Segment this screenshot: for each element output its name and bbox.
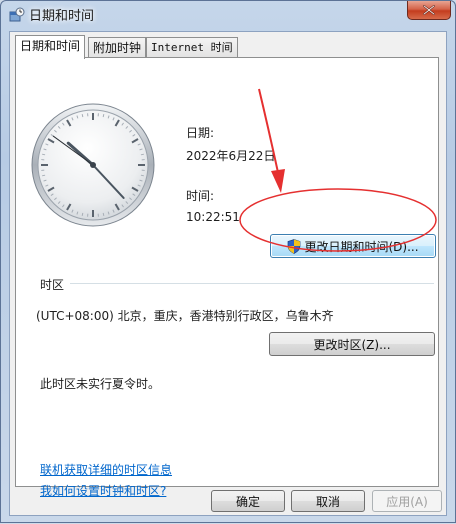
cancel-button[interactable]: 取消 (291, 490, 365, 512)
change-timezone-label: 更改时区(Z)... (313, 336, 390, 353)
date-time-app-icon (9, 7, 25, 23)
clock-minute-tick (141, 175, 144, 176)
dialog-window: 日期和时间 日期和时间 附加时钟 Internet 时间 (0, 0, 456, 523)
tab-label: 日期和时间 (20, 39, 80, 53)
dst-note: 此时区未实行夏令时。 (40, 375, 160, 392)
time-heading: 时间: (186, 187, 214, 204)
timezone-heading: 时区 (40, 276, 64, 293)
change-timezone-button[interactable]: 更改时区(Z)... (269, 332, 435, 356)
apply-button[interactable]: 应用(A) (372, 490, 442, 512)
clock-minute-tick (82, 114, 83, 117)
ok-label: 确定 (236, 493, 260, 510)
tab-label: 附加时钟 (93, 41, 141, 55)
tab-label: Internet 时间 (151, 41, 233, 54)
online-timezone-info-link[interactable]: 联机获取详细的时区信息 (40, 461, 172, 478)
clock-minute-tick (141, 154, 144, 155)
close-button[interactable] (407, 1, 451, 20)
tab-date-time[interactable]: 日期和时间 (15, 35, 85, 59)
timezone-divider (70, 283, 434, 284)
how-to-set-clock-link[interactable]: 我如何设置时钟和时区? (40, 482, 166, 499)
dialog-content: 日期和时间 附加时钟 Internet 时间 (9, 31, 447, 516)
clock-minute-tick (42, 175, 45, 176)
clock-minute-tick (103, 114, 104, 117)
close-icon (423, 5, 435, 15)
tab-additional-clocks[interactable]: 附加时钟 (88, 37, 146, 57)
time-value: 10:22:51 (186, 210, 240, 224)
tab-panel: 日期: 2022年6月22日 时间: 10:22:51 更改日期和时间(D)..… (15, 57, 439, 487)
date-value: 2022年6月22日 (186, 147, 275, 164)
change-date-time-button[interactable]: 更改日期和时间(D)... (270, 234, 436, 258)
cancel-label: 取消 (316, 493, 340, 510)
window-title: 日期和时间 (29, 5, 94, 24)
title-bar[interactable]: 日期和时间 (1, 1, 456, 29)
change-date-time-label: 更改日期和时间(D)... (304, 238, 418, 255)
clock-minute-tick (42, 154, 45, 155)
uac-shield-icon (287, 239, 301, 254)
apply-label: 应用(A) (386, 493, 428, 510)
timezone-value: (UTC+08:00) 北京，重庆，香港特别行政区，乌鲁木齐 (36, 307, 334, 324)
tab-internet-time[interactable]: Internet 时间 (146, 37, 238, 57)
ok-button[interactable]: 确定 (211, 490, 285, 512)
clock-minute-tick (82, 213, 83, 216)
analog-clock (30, 102, 156, 231)
date-heading: 日期: (186, 124, 214, 141)
clock-minute-tick (103, 213, 104, 216)
